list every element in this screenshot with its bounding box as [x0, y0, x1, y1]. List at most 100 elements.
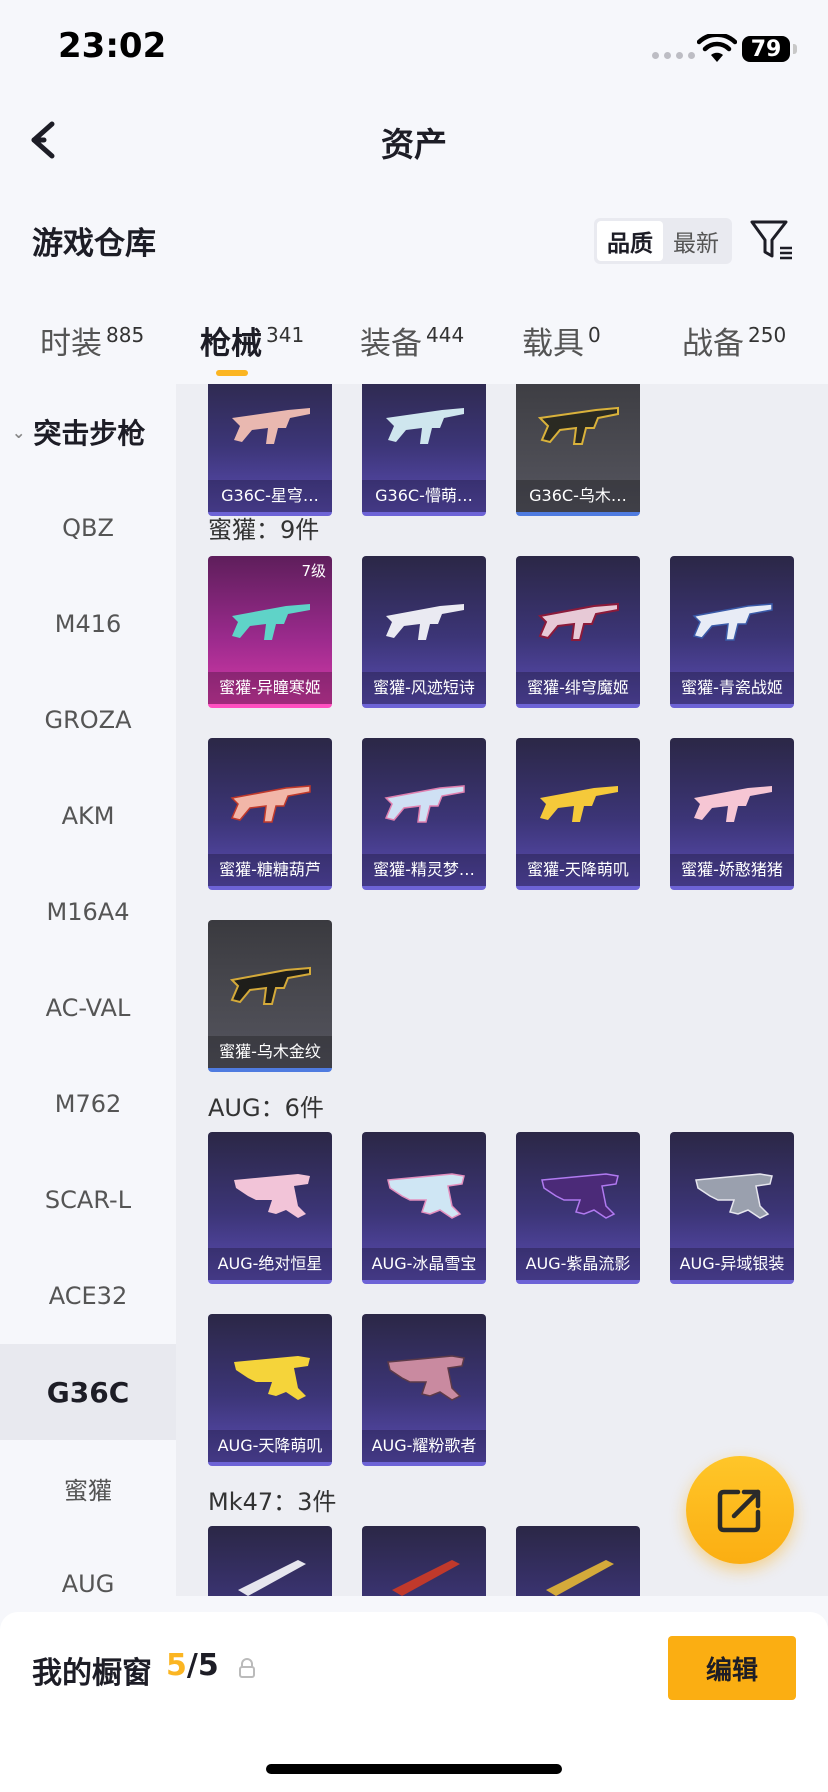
sidebar-item-akm[interactable]: AKM [0, 768, 176, 864]
rifle-skin-icon [386, 408, 464, 444]
sort-quality-button[interactable]: 品质 [597, 221, 663, 261]
rifle-skin-icon [232, 604, 310, 640]
skin-card[interactable]: AUG-异域银装 [670, 1132, 794, 1284]
skin-card[interactable]: 蜜獾-精灵梦… [362, 738, 486, 890]
tab-label: 装备 [360, 326, 422, 362]
skin-level-badge: 7级 [301, 562, 326, 580]
sort-newest-button[interactable]: 最新 [663, 221, 729, 261]
sidebar-item-groza[interactable]: GROZA [0, 672, 176, 768]
group-label-mk47: Mk47：3件 [208, 1488, 337, 1516]
showcase-label: 我的橱窗 [32, 1656, 152, 1691]
tab-label: 枪械 [200, 326, 262, 362]
sidebar-item-aug[interactable]: AUG [0, 1536, 176, 1596]
lock-icon [239, 1658, 255, 1678]
sidebar-item-m416[interactable]: M416 [0, 576, 176, 672]
rifle-skin-icon [537, 406, 619, 445]
rifle-skin-icon [232, 408, 310, 444]
cellular-signal-icon [652, 52, 695, 59]
skin-card[interactable]: AUG-紫晶流影 [516, 1132, 640, 1284]
rifle-skin-icon [392, 1560, 460, 1596]
chevron-down-icon: ⌄ [12, 422, 26, 442]
skin-name: 蜜獾-天降萌叽 [516, 854, 640, 886]
share-button[interactable] [686, 1456, 794, 1564]
edit-button[interactable]: 编辑 [668, 1636, 796, 1700]
sidebar-item-ace32[interactable]: ACE32 [0, 1248, 176, 1344]
wifi-icon [697, 34, 737, 62]
skin-card[interactable] [362, 1526, 486, 1596]
tab-guns[interactable]: 枪械 341 [200, 318, 304, 363]
skin-grid: G36C-星穹… G36C-懵萌… G36C-乌木… 蜜獾：9件 7级 蜜獾-异瞳… [176, 384, 828, 1596]
tab-count: 341 [266, 323, 305, 347]
sidebar-item-m16a4[interactable]: M16A4 [0, 864, 176, 960]
rifle-skin-icon [234, 1356, 310, 1400]
rifle-skin-icon [234, 1174, 310, 1218]
skin-card[interactable] [208, 1526, 332, 1596]
tab-equipment[interactable]: 装备 444 [360, 318, 464, 363]
showcase-current: 5 [166, 1648, 187, 1683]
share-icon [717, 1489, 761, 1533]
tab-label: 时装 [40, 326, 102, 362]
sort-toggle: 品质 最新 [594, 218, 732, 264]
rifle-skin-icon [384, 785, 465, 823]
skin-name: 蜜獾-精灵梦… [362, 854, 486, 886]
filter-icon[interactable] [750, 218, 794, 262]
skin-name: AUG-异域银装 [670, 1248, 794, 1280]
tab-count: 885 [106, 323, 145, 347]
showcase-total: /5 [186, 1648, 219, 1683]
skin-card[interactable]: G36C-懵萌… [362, 384, 486, 516]
rifle-skin-icon [387, 1173, 465, 1219]
skin-name: AUG-天降萌叽 [208, 1430, 332, 1462]
skin-name: AUG-紫晶流影 [516, 1248, 640, 1280]
active-tab-indicator [216, 370, 248, 376]
skin-name: AUG-耀粉歌者 [362, 1430, 486, 1462]
skin-card[interactable]: 蜜獾-娇憨猪猪 [670, 738, 794, 890]
skin-card[interactable]: 蜜獾-乌木金纹 [208, 920, 332, 1072]
showcase-count: 5/5 [166, 1648, 219, 1683]
skin-card[interactable]: 7级蜜獾-异瞳寒姬 [208, 556, 332, 708]
tab-fashion[interactable]: 时装 885 [40, 318, 144, 363]
rifle-skin-icon [694, 786, 772, 822]
nav-bar: 资产 [0, 100, 828, 180]
rifle-skin-icon [541, 1173, 619, 1219]
sidebar-item-m762[interactable]: M762 [0, 1056, 176, 1152]
skin-name: 蜜獾-青瓷战姬 [670, 672, 794, 704]
skin-card[interactable] [516, 1526, 640, 1596]
sidebar-item-g36c[interactable]: G36C [0, 1344, 176, 1440]
skin-card[interactable]: G36C-星穹… [208, 384, 332, 516]
skin-card[interactable]: 蜜獾-绯穹魔姬 [516, 556, 640, 708]
skin-name: G36C-星穹… [208, 480, 332, 512]
category-tabs: 时装 885 枪械 341 装备 444 载具 0 战备 250 [0, 300, 828, 384]
home-indicator [266, 1764, 562, 1774]
skin-name: 蜜獾-风迹短诗 [362, 672, 486, 704]
rifle-skin-icon [229, 966, 311, 1005]
skin-card[interactable]: 蜜獾-天降萌叽 [516, 738, 640, 890]
sidebar-item-scar-l[interactable]: SCAR-L [0, 1152, 176, 1248]
sidebar-item-ac-val[interactable]: AC-VAL [0, 960, 176, 1056]
skin-card[interactable]: 蜜獾-风迹短诗 [362, 556, 486, 708]
tab-label: 载具 [522, 326, 584, 362]
tab-count: 444 [426, 323, 465, 347]
tab-vehicles[interactable]: 载具 0 [522, 318, 601, 363]
sidebar-item-honey-badger[interactable]: 蜜獾 [0, 1440, 176, 1536]
status-bar: 23:02 79 [0, 0, 828, 100]
skin-name: 蜜獾-异瞳寒姬 [208, 672, 332, 704]
skin-card[interactable]: 蜜獾-青瓷战姬 [670, 556, 794, 708]
rifle-skin-icon [238, 1560, 306, 1596]
skin-card[interactable]: AUG-绝对恒星 [208, 1132, 332, 1284]
skin-name: G36C-乌木… [516, 480, 640, 512]
tab-label: 战备 [682, 326, 744, 362]
rifle-skin-icon [387, 1355, 465, 1401]
tab-count: 250 [748, 323, 787, 347]
skin-name: AUG-绝对恒星 [208, 1248, 332, 1280]
sidebar-category-assault-rifle[interactable]: ⌄ 突击步枪 [0, 384, 176, 480]
tab-battle-gear[interactable]: 战备 250 [682, 318, 786, 363]
skin-card[interactable]: AUG-耀粉歌者 [362, 1314, 486, 1466]
sidebar-item-qbz[interactable]: QBZ [0, 480, 176, 576]
skin-name: 蜜獾-乌木金纹 [208, 1036, 332, 1068]
skin-card[interactable]: 蜜獾-糖糖葫芦 [208, 738, 332, 890]
rifle-skin-icon [695, 1173, 773, 1219]
skin-card[interactable]: AUG-冰晶雪宝 [362, 1132, 486, 1284]
skin-card[interactable]: AUG-天降萌叽 [208, 1314, 332, 1466]
group-label-aug: AUG：6件 [208, 1094, 324, 1122]
skin-card[interactable]: G36C-乌木… [516, 384, 640, 516]
